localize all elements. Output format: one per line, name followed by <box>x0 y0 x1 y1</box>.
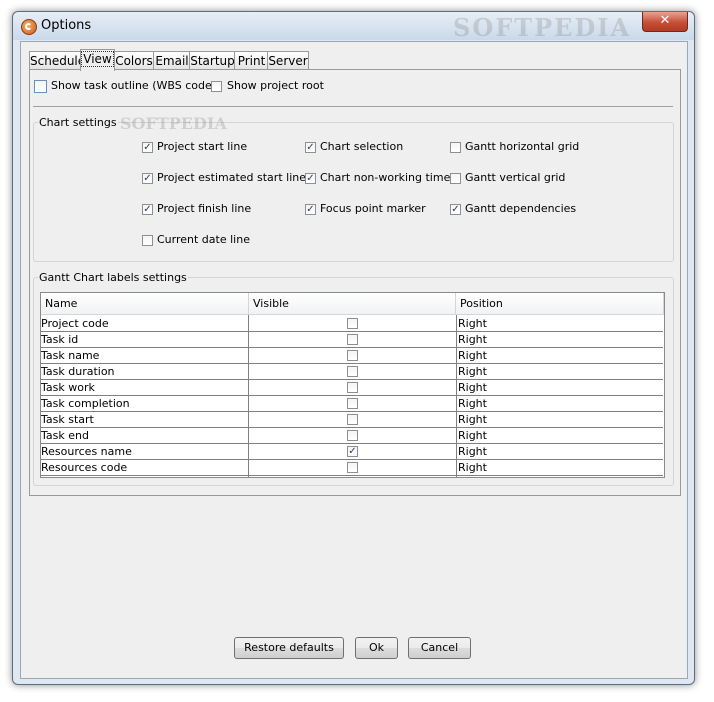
project-finish-line-label: Project finish line <box>157 202 252 215</box>
row-position-cell[interactable]: Right <box>458 332 658 347</box>
row-position-cell[interactable]: Right <box>458 428 658 443</box>
table-row[interactable]: Task name Right <box>41 348 663 364</box>
tab-schedule[interactable]: Schedule <box>29 51 85 70</box>
row-visible-checkbox[interactable]: ✓ <box>347 446 358 457</box>
close-icon: ✕ <box>659 13 671 28</box>
row-visible-checkbox[interactable] <box>347 382 358 393</box>
row-position-cell[interactable]: Right <box>458 380 658 395</box>
table-row[interactable]: Resources name ✓ Right <box>41 444 663 460</box>
restore-defaults-button[interactable]: Restore defaults <box>234 637 344 659</box>
column-header-name[interactable]: Name <box>41 293 249 315</box>
row-name-cell[interactable]: Task start <box>41 412 247 427</box>
tab-startup[interactable]: Startup <box>189 51 236 70</box>
gantt-dependencies-checkbox[interactable]: ✓ <box>450 204 461 215</box>
row-position-cell[interactable]: Right <box>458 396 658 411</box>
title-bar[interactable]: Options SOFTPEDIA ✕ <box>13 12 694 42</box>
labels-table: Name Visible Position Project code Right T… <box>40 292 665 478</box>
show-project-root-label: Show project root <box>227 79 324 92</box>
table-row[interactable]: Task id Right <box>41 332 663 348</box>
row-position-cell[interactable]: Right <box>458 364 658 379</box>
close-button[interactable]: ✕ <box>642 12 688 32</box>
project-start-line-checkbox[interactable]: ✓ <box>142 142 153 153</box>
row-name-cell[interactable]: Task duration <box>41 364 247 379</box>
column-divider <box>248 315 249 477</box>
row-visible-checkbox[interactable] <box>347 318 358 329</box>
window-title: Options <box>41 18 92 33</box>
show-task-outline-label: Show task outline (WBS code) <box>51 79 217 92</box>
row-name-cell[interactable]: Resources code <box>41 460 247 475</box>
focus-point-marker-label: Focus point marker <box>320 202 426 215</box>
cancel-button[interactable]: Cancel <box>408 637 471 659</box>
focus-point-marker-checkbox[interactable]: ✓ <box>305 204 316 215</box>
column-header-visible[interactable]: Visible <box>249 293 456 315</box>
table-row[interactable]: Resources code Right <box>41 460 663 476</box>
gantt-dependencies-label: Gantt dependencies <box>465 202 577 215</box>
tab-print[interactable]: Print <box>234 51 269 70</box>
chart-non-working-time-label: Chart non-working time <box>320 171 451 184</box>
show-task-outline-checkbox[interactable] <box>34 80 47 93</box>
project-estimated-start-line-checkbox[interactable]: ✓ <box>142 173 153 184</box>
gantt-vertical-grid-checkbox[interactable] <box>450 173 461 184</box>
labels-settings-title: Gantt Chart labels settings <box>38 271 188 284</box>
column-divider <box>456 315 457 477</box>
gantt-horizontal-grid-label: Gantt horizontal grid <box>465 140 580 153</box>
project-start-line-label: Project start line <box>157 140 248 153</box>
row-visible-checkbox[interactable] <box>347 398 358 409</box>
row-position-cell[interactable]: Right <box>458 412 658 427</box>
row-visible-checkbox[interactable] <box>347 462 358 473</box>
row-visible-checkbox[interactable] <box>347 430 358 441</box>
tab-colors[interactable]: Colors <box>113 51 155 70</box>
row-name-cell[interactable]: Resources name <box>41 444 247 459</box>
gantt-horizontal-grid-checkbox[interactable] <box>450 142 461 153</box>
table-row[interactable]: Project code Right <box>41 316 663 332</box>
tab-email[interactable]: Email <box>153 51 191 70</box>
project-finish-line-checkbox[interactable]: ✓ <box>142 204 153 215</box>
chart-non-working-time-checkbox[interactable]: ✓ <box>305 173 316 184</box>
tab-view[interactable]: View <box>80 49 115 71</box>
top-separator <box>33 106 673 107</box>
chart-settings-title: Chart settings <box>38 116 118 129</box>
row-name-cell[interactable]: Task completion <box>41 396 247 411</box>
row-visible-checkbox[interactable] <box>347 366 358 377</box>
table-row[interactable]: Task start Right <box>41 412 663 428</box>
column-header-position[interactable]: Position <box>456 293 664 315</box>
chart-selection-checkbox[interactable]: ✓ <box>305 142 316 153</box>
chart-selection-label: Chart selection <box>320 140 404 153</box>
ok-button[interactable]: Ok <box>355 637 398 659</box>
table-row[interactable]: Task end Right <box>41 428 663 444</box>
row-name-cell[interactable]: Task name <box>41 348 247 363</box>
row-position-cell[interactable]: Right <box>458 444 658 459</box>
row-visible-checkbox[interactable] <box>347 414 358 425</box>
current-date-line-label: Current date line <box>157 233 250 246</box>
app-icon <box>21 19 37 35</box>
row-name-cell[interactable]: Task end <box>41 428 247 443</box>
row-position-cell[interactable]: Right <box>458 348 658 363</box>
table-row[interactable]: Task completion Right <box>41 396 663 412</box>
show-project-root-checkbox[interactable] <box>211 81 222 92</box>
row-position-cell[interactable]: Right <box>458 460 658 475</box>
gantt-vertical-grid-label: Gantt vertical grid <box>465 171 566 184</box>
row-name-cell[interactable]: Project code <box>41 316 247 331</box>
watermark-chart: SOFTPEDIA <box>120 114 227 133</box>
current-date-line-checkbox[interactable] <box>142 235 153 246</box>
watermark: SOFTPEDIA <box>453 13 632 42</box>
table-row[interactable]: Task duration Right <box>41 364 663 380</box>
row-name-cell[interactable]: Task work <box>41 380 247 395</box>
row-name-cell[interactable]: Task id <box>41 332 247 347</box>
row-visible-checkbox[interactable] <box>347 350 358 361</box>
row-position-cell[interactable]: Right <box>458 316 658 331</box>
tab-server[interactable]: Server <box>267 51 309 70</box>
project-estimated-start-line-label: Project estimated start line <box>157 171 306 184</box>
table-row[interactable]: Task work Right <box>41 380 663 396</box>
row-visible-checkbox[interactable] <box>347 334 358 345</box>
